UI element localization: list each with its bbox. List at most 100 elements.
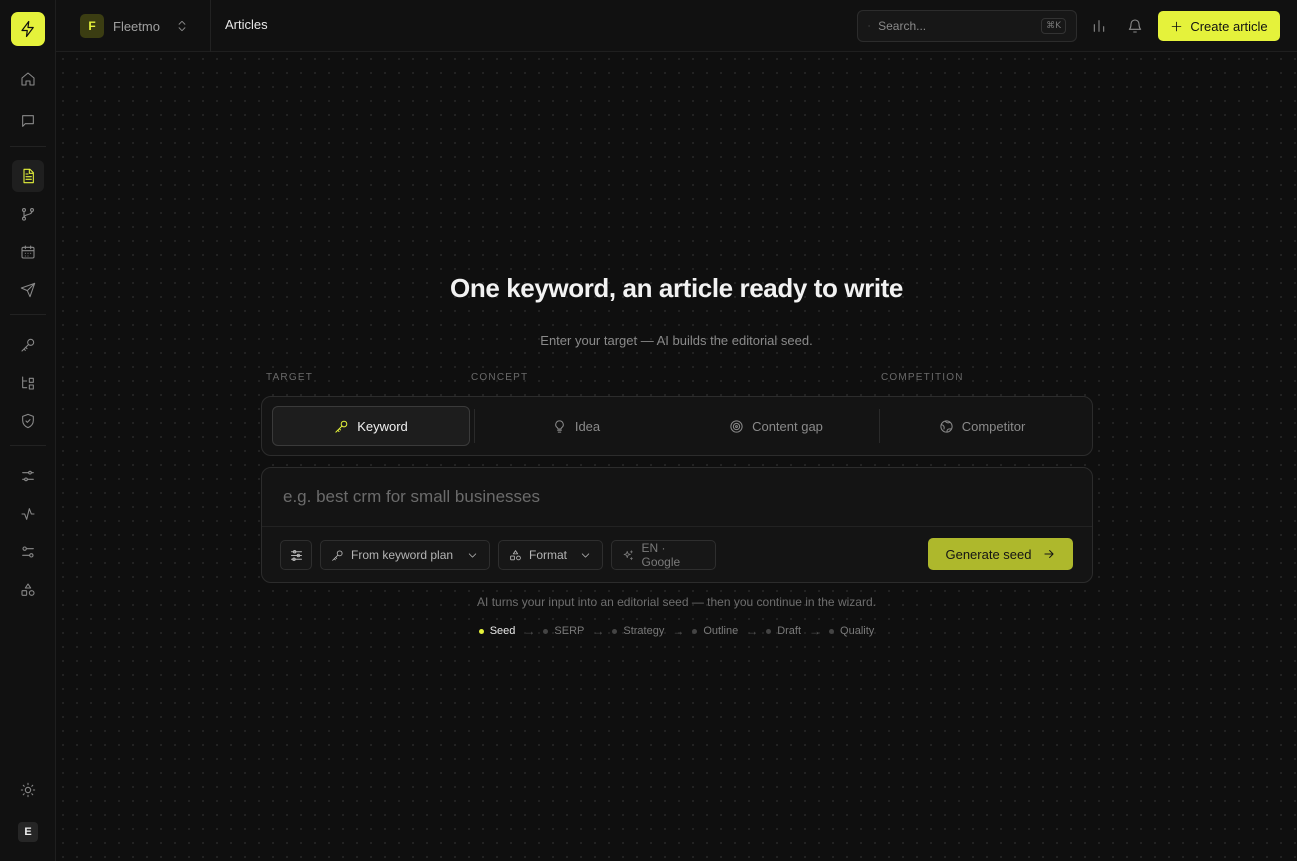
create-article-button[interactable]: Create article <box>1158 11 1280 41</box>
hero-title: One keyword, an article ready to write <box>450 273 903 303</box>
step-seed: Seed <box>478 625 515 637</box>
git-branch-icon <box>21 207 35 221</box>
sparkles-icon <box>623 549 633 560</box>
step-arrow: → <box>592 624 605 638</box>
hero-subtitle: Enter your target — AI builds the editor… <box>540 333 813 348</box>
chevron-up-down-icon <box>178 20 186 32</box>
nav-workflows[interactable] <box>12 198 44 230</box>
workspace-switcher[interactable]: F Fleetmo <box>80 14 189 38</box>
main-content: One keyword, an article ready to write E… <box>56 52 1297 861</box>
tab-content-gap-label: Content gap <box>752 418 823 434</box>
document-icon <box>23 168 34 184</box>
tab-competitor-label: Competitor <box>961 418 1026 434</box>
notifications-button[interactable] <box>1125 16 1145 36</box>
step-strategy: Strategy <box>612 625 664 637</box>
key-icon <box>21 338 35 352</box>
workspace-avatar: F <box>80 14 104 38</box>
keyword-plan-label: From keyword plan <box>351 548 454 562</box>
arrow-right-icon <box>1043 550 1054 558</box>
chevron-down-icon <box>581 552 590 558</box>
keyword-input[interactable] <box>262 468 1092 526</box>
tab-keyword[interactable]: Keyword <box>272 406 470 446</box>
tab-divider <box>474 409 475 443</box>
target-icon <box>730 419 743 433</box>
tab-idea[interactable]: Idea <box>478 406 674 446</box>
step-outline: Outline <box>692 625 738 637</box>
bolt-icon <box>21 20 34 38</box>
search-shortcut: ⌘K <box>1041 18 1066 34</box>
step-arrow: → <box>672 624 685 638</box>
shield-check-icon <box>22 413 34 429</box>
topbar: F Fleetmo Articles ⌘K Create article <box>56 0 1297 52</box>
nav-divider <box>10 146 46 147</box>
topbar-divider <box>210 0 211 52</box>
shapes-icon <box>21 583 35 596</box>
create-article-label: Create article <box>1190 18 1268 34</box>
nav-divider <box>10 314 46 315</box>
sliders-icon <box>290 549 302 561</box>
nav-settings[interactable] <box>12 536 44 568</box>
nav-structure[interactable] <box>12 367 44 399</box>
tab-idea-label: Idea <box>574 418 601 434</box>
app-logo[interactable] <box>11 12 45 46</box>
tab-keyword-label: Keyword <box>357 418 408 434</box>
shapes-icon <box>510 549 521 560</box>
search-box[interactable]: ⌘K <box>857 10 1077 42</box>
step-serp: SERP <box>543 625 584 637</box>
toggles-icon <box>22 546 34 558</box>
bell-icon <box>1128 19 1142 33</box>
step-quality: Quality <box>829 625 874 637</box>
keyword-plan-dropdown[interactable]: From keyword plan <box>320 540 490 570</box>
home-icon <box>21 72 35 86</box>
nav-analytics[interactable] <box>12 498 44 530</box>
bar-chart-icon <box>1093 20 1105 32</box>
nav-publish[interactable] <box>12 274 44 306</box>
tab-divider <box>879 409 880 443</box>
source-tabs: Keyword Idea Content gap Competitor <box>261 396 1093 456</box>
workspace-name: Fleetmo <box>113 18 160 34</box>
step-arrow: → <box>523 624 536 638</box>
nav-calendar[interactable] <box>12 236 44 268</box>
format-dropdown[interactable]: Format <box>498 540 603 570</box>
wizard-steps: Seed → SERP → Strategy → Outline → Draft… <box>56 624 1297 638</box>
step-arrow: → <box>746 624 759 638</box>
nav-security[interactable] <box>12 405 44 437</box>
step-draft: Draft <box>766 625 801 637</box>
nav-divider <box>10 445 46 446</box>
search-icon <box>868 25 870 27</box>
options-button[interactable] <box>280 540 312 570</box>
key-icon <box>335 420 348 433</box>
step-arrow: → <box>809 624 822 638</box>
activity-icon <box>21 508 35 520</box>
nav-filters[interactable] <box>12 460 44 492</box>
send-icon <box>20 282 36 298</box>
tab-competitor[interactable]: Competitor <box>883 406 1081 446</box>
nav-keywords[interactable] <box>12 329 44 361</box>
sidebar: E <box>0 0 56 861</box>
search-input[interactable] <box>878 19 1034 33</box>
nav-home[interactable] <box>12 63 44 95</box>
card-divider <box>262 526 1092 527</box>
globe-icon <box>940 419 953 433</box>
nav-messages[interactable] <box>12 105 44 137</box>
nav-theme-toggle[interactable] <box>12 774 44 806</box>
stats-button[interactable] <box>1089 16 1109 36</box>
locale-selector[interactable]: EN · Google <box>611 540 716 570</box>
group-label-concept: CONCEPT <box>471 372 529 383</box>
sliders-icon <box>22 470 34 482</box>
user-avatar[interactable]: E <box>18 822 38 842</box>
message-icon <box>22 115 34 127</box>
format-label: Format <box>529 548 568 562</box>
lightbulb-icon <box>555 419 564 433</box>
page-title: Articles <box>225 17 268 32</box>
sitemap-icon <box>22 376 34 390</box>
chevron-down-icon <box>468 552 477 558</box>
sun-icon <box>20 782 36 798</box>
group-label-target: TARGET <box>266 372 314 383</box>
tab-content-gap[interactable]: Content gap <box>678 406 874 446</box>
nav-articles[interactable] <box>12 160 44 192</box>
nav-integrations[interactable] <box>12 574 44 606</box>
locale-label: EN · Google <box>641 541 681 569</box>
helper-text: AI turns your input into an editorial se… <box>477 595 876 609</box>
generate-seed-button[interactable]: Generate seed <box>928 538 1073 570</box>
